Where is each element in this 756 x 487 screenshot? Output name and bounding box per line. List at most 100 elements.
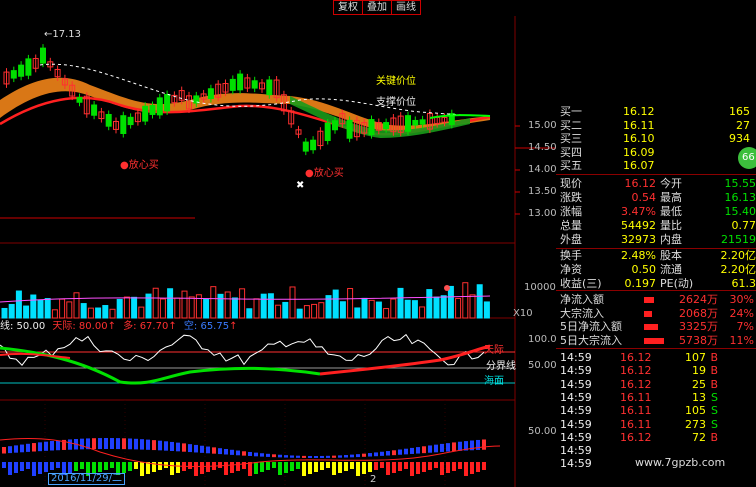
histogram-bar <box>8 446 12 454</box>
volume-bar <box>476 284 483 319</box>
histogram-bar <box>350 462 354 469</box>
histogram-bar <box>230 449 234 455</box>
stat-value: 0.77 <box>731 219 756 232</box>
histogram-bar <box>398 449 402 455</box>
stat-row: 涨幅 3.47% 最低 15.40 <box>558 206 756 218</box>
histogram-bar <box>278 462 282 475</box>
histogram-bar <box>428 445 432 453</box>
histogram-bar <box>296 455 300 458</box>
volume-bar <box>339 301 346 319</box>
trade-time: 14:59 <box>560 364 592 378</box>
time-axis-tick: 2 <box>370 474 377 485</box>
candle-body <box>207 88 214 100</box>
bottom-histogram <box>0 438 501 476</box>
histogram-bar <box>314 462 318 472</box>
support-price-label: 支撑价位 <box>376 97 416 108</box>
histogram-bar <box>248 462 252 476</box>
overlay-button[interactable]: 叠加 <box>362 0 392 15</box>
histogram-bar <box>302 462 306 476</box>
histogram-bar <box>8 462 12 475</box>
volume-bars <box>0 282 491 319</box>
histogram-bar <box>362 453 366 457</box>
histogram-bar <box>242 451 246 456</box>
volume-bar <box>419 306 426 319</box>
site-watermark: www.7gpzb.com <box>635 456 726 469</box>
histogram-bar <box>272 462 276 468</box>
volume-bar <box>397 287 404 319</box>
candle-body <box>412 119 419 126</box>
volume-bar <box>347 288 354 319</box>
volume-bar <box>390 298 397 319</box>
stat-value: 54492 <box>621 219 656 232</box>
volume-bar <box>383 308 390 319</box>
histogram-bar <box>254 452 258 457</box>
histogram-bar <box>296 462 300 469</box>
stat-label: 涨跌 <box>560 191 582 204</box>
draw-line-button[interactable]: 画线 <box>391 0 421 15</box>
histogram-bar <box>98 462 102 472</box>
histogram-bar <box>38 442 42 452</box>
stat-label: 现价 <box>560 177 582 190</box>
volume-bar <box>455 297 462 319</box>
trade-row: 14:59 16.12 19 B <box>558 365 756 377</box>
volume-bar <box>483 301 490 319</box>
stat-value: 61.3 <box>731 277 756 290</box>
stat-label: 收益(三) <box>560 277 602 290</box>
flow-label: 5日净流入额 <box>560 320 622 333</box>
histogram-bar <box>308 462 312 474</box>
bid-label: 买二 <box>560 118 582 132</box>
volume-bar <box>275 304 282 319</box>
volume-bar <box>231 297 238 319</box>
date-cursor-label[interactable]: 2016/11/29/二 <box>48 473 126 485</box>
indicator-axis-top: 100.0 <box>528 334 557 345</box>
histogram-bar <box>122 438 126 450</box>
trade-side: S <box>711 390 718 404</box>
trade-time: 14:59 <box>560 404 592 418</box>
histogram-bar <box>326 462 330 468</box>
flow-value: 2624万 <box>679 293 718 306</box>
volume-bar <box>8 303 15 319</box>
histogram-bar <box>68 462 72 473</box>
histogram-bar <box>146 439 150 450</box>
volume-bar <box>217 293 224 319</box>
histogram-bar <box>80 438 84 450</box>
volume-bar <box>303 305 310 319</box>
float-badge[interactable]: 66 <box>738 147 756 169</box>
volume-bar <box>80 303 87 319</box>
volume-bar <box>181 290 188 319</box>
flow-percent: 24% <box>729 306 754 320</box>
trade-volume: 105 <box>685 404 706 418</box>
bid-price: 16.09 <box>623 145 655 159</box>
candle-body <box>310 139 317 151</box>
volume-bar <box>1 307 8 319</box>
histogram-bar <box>224 462 228 475</box>
stat-value: 21519 <box>721 233 756 246</box>
histogram-bar <box>470 462 474 474</box>
histogram-bar <box>170 462 174 475</box>
indicator-axis-mid: 50.00 <box>528 360 557 371</box>
trade-row: 14:59 16.11 13 S <box>558 390 756 404</box>
quote-separator <box>556 348 756 349</box>
stat-label: 换手 <box>560 249 582 262</box>
volume-bar <box>469 294 476 319</box>
restore-rights-button[interactable]: 复权 <box>333 0 363 15</box>
stat-row: 净资 0.50 流通 2.20亿 <box>558 264 756 276</box>
volume-bar <box>246 308 253 319</box>
volume-bar <box>368 299 375 319</box>
indicator-lines <box>0 333 491 385</box>
histogram-bar <box>350 454 354 458</box>
trade-price: 16.12 <box>620 430 652 444</box>
histogram-bar <box>164 441 168 451</box>
bid-price: 16.11 <box>623 118 655 132</box>
stat-label: 量比 <box>660 219 682 232</box>
histogram-bar <box>392 450 396 456</box>
histogram-bar <box>206 446 210 454</box>
histogram-bar <box>320 455 324 458</box>
volume-bar <box>354 307 361 319</box>
stat-label: 内盘 <box>660 233 682 246</box>
histogram-bar <box>140 439 144 450</box>
histogram-bar <box>380 462 384 468</box>
histogram-bar <box>188 462 192 469</box>
volume-bar <box>66 301 73 319</box>
histogram-bar <box>368 462 372 472</box>
